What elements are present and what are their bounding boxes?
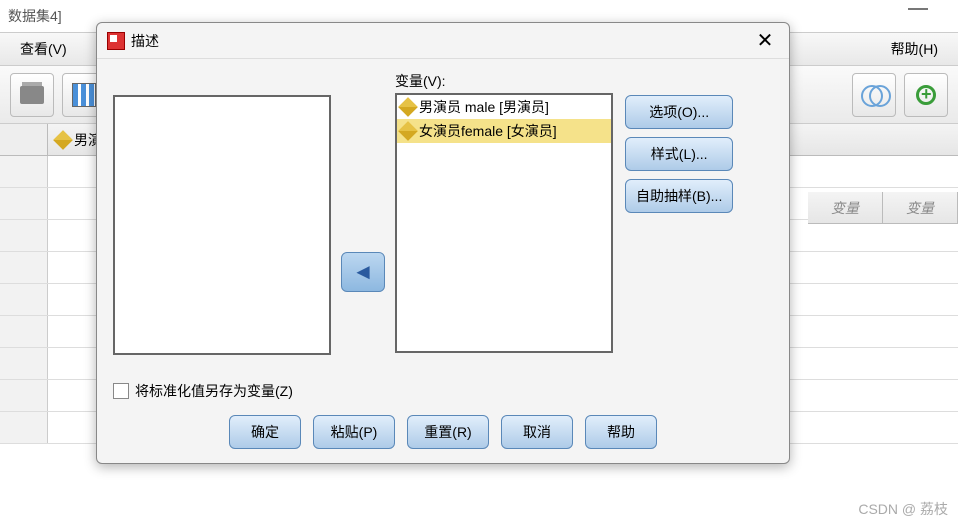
menu-view[interactable]: 查看(V) xyxy=(20,39,67,59)
row-header xyxy=(0,348,48,379)
save-z-checkbox[interactable] xyxy=(113,383,129,399)
list-item[interactable]: 男演员 male [男演员] xyxy=(397,95,611,119)
printer-icon xyxy=(20,86,44,104)
list-item[interactable]: 女演员female [女演员] xyxy=(397,119,611,143)
describe-dialog: 描述 ✕ ◄ 变量(V): 男演员 male [男演员] 女演员female [女… xyxy=(96,22,790,464)
row-header xyxy=(0,316,48,347)
cancel-button[interactable]: 取消 xyxy=(501,415,573,449)
item-label: 男演员 male [男演员] xyxy=(419,97,549,117)
arrow-left-icon: ◄ xyxy=(352,259,374,285)
row-header xyxy=(0,412,48,443)
options-button[interactable]: 选项(O)... xyxy=(625,95,733,129)
scale-icon xyxy=(53,130,73,150)
style-button[interactable]: 样式(L)... xyxy=(625,137,733,171)
dialog-title: 描述 xyxy=(131,31,159,51)
row-header xyxy=(0,284,48,315)
dialog-title-bar: 描述 ✕ xyxy=(97,23,789,59)
row-header xyxy=(0,252,48,283)
menu-help[interactable]: 帮助(H) xyxy=(891,39,938,59)
side-buttons: 选项(O)... 样式(L)... 自助抽样(B)... xyxy=(625,95,733,373)
move-left-button[interactable]: ◄ xyxy=(341,252,385,292)
paste-button[interactable]: 粘贴(P) xyxy=(313,415,395,449)
dialog-buttons: 确定 粘贴(P) 重置(R) 取消 帮助 xyxy=(97,407,789,463)
row-header xyxy=(0,156,48,187)
ok-button[interactable]: 确定 xyxy=(229,415,301,449)
columns-icon xyxy=(72,83,96,107)
app-icon xyxy=(107,32,125,50)
row-header xyxy=(0,380,48,411)
row-header xyxy=(0,220,48,251)
scale-icon xyxy=(398,121,418,141)
scale-icon xyxy=(398,97,418,117)
var-col-2[interactable]: 变量 xyxy=(883,192,958,223)
corner-cell xyxy=(0,124,48,155)
print-button[interactable] xyxy=(10,73,54,117)
reset-button[interactable]: 重置(R) xyxy=(407,415,489,449)
plus-icon xyxy=(916,85,936,105)
watermark: CSDN @ 荔枝 xyxy=(858,499,948,519)
var-col-1[interactable]: 变量 xyxy=(808,192,883,223)
variable-label: 变量(V): xyxy=(395,71,613,91)
venn-icon xyxy=(861,85,887,105)
bootstrap-button[interactable]: 自助抽样(B)... xyxy=(625,179,733,213)
help-button[interactable]: 帮助 xyxy=(585,415,657,449)
dialog-body: ◄ 变量(V): 男演员 male [男演员] 女演员female [女演员] 选… xyxy=(97,59,789,381)
source-list[interactable] xyxy=(113,95,331,355)
variable-list[interactable]: 男演员 male [男演员] 女演员female [女演员] xyxy=(395,93,613,353)
dataset-title: 数据集4] xyxy=(8,6,62,26)
save-z-label: 将标准化值另存为变量(Z) xyxy=(135,381,293,401)
variable-list-wrap: 变量(V): 男演员 male [男演员] 女演员female [女演员] xyxy=(395,71,613,373)
venn-button[interactable] xyxy=(852,73,896,117)
minimize-icon[interactable] xyxy=(908,8,928,10)
row-header xyxy=(0,188,48,219)
close-button[interactable]: ✕ xyxy=(751,27,779,55)
source-list-wrap xyxy=(113,95,331,373)
save-z-row: 将标准化值另存为变量(Z) xyxy=(97,381,789,407)
add-button[interactable] xyxy=(904,73,948,117)
item-label: 女演员female [女演员] xyxy=(419,121,557,141)
